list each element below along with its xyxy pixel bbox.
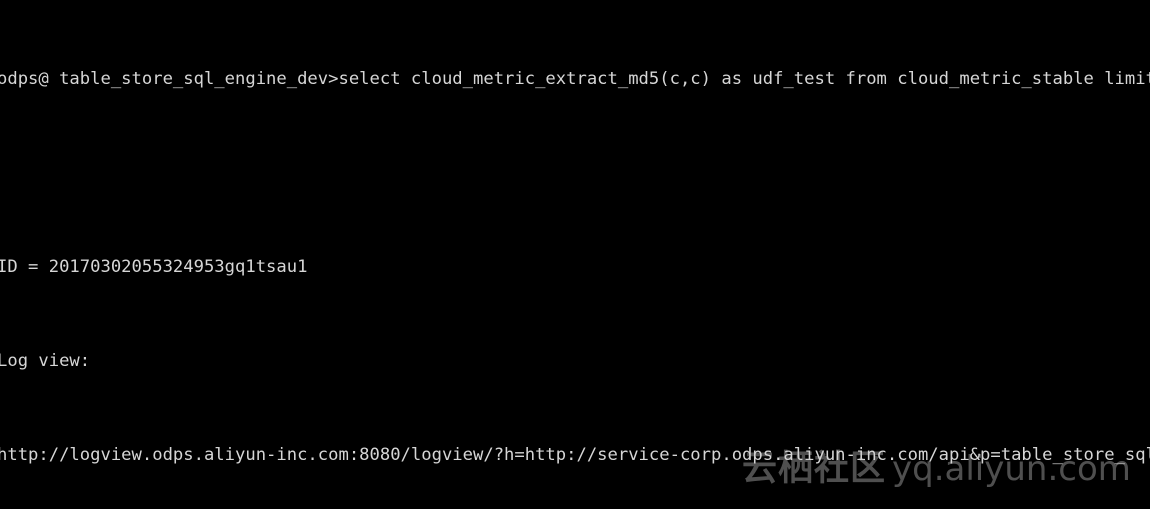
terminal-line-logview-label: Log view: [0,350,91,371]
terminal-screen[interactable]: odps@ table_store_sql_engine_dev>select … [0,0,1150,509]
terminal-window[interactable]: odps@ table_store_sql_engine_dev>select … [0,0,1150,509]
terminal-line-instance-id: ID = 20170302055324953gq1tsau1 [0,256,308,277]
terminal-line-prompt-command: odps@ table_store_sql_engine_dev>select … [0,69,1150,90]
terminal-line-blank-1 [0,162,1150,185]
terminal-line-logview-url-1: http://logview.odps.aliyun-inc.com:8080/… [0,444,1150,465]
